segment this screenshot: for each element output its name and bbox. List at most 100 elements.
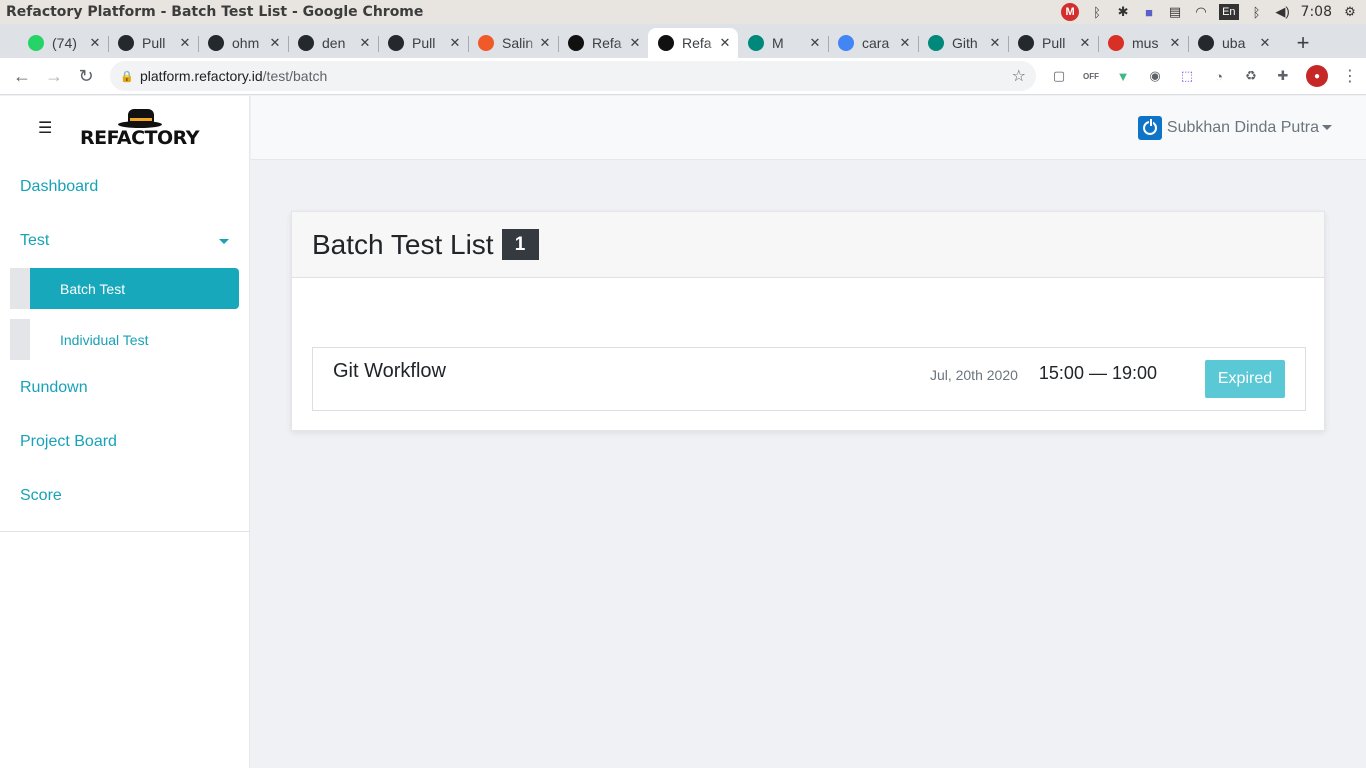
hamburger-menu-icon[interactable]: ☰ [38, 118, 52, 138]
bookmark-star-icon[interactable]: ☆ [1012, 66, 1026, 86]
hat-logo-icon [117, 108, 162, 131]
browser-tab[interactable]: den ✕ [288, 28, 378, 58]
off-extension-icon[interactable]: OFF [1082, 67, 1100, 85]
browser-tab[interactable]: ohm ✕ [198, 28, 288, 58]
os-top-bar: Refactory Platform - Batch Test List - G… [0, 0, 1366, 24]
whatsapp-icon [28, 35, 44, 51]
tab-label: Pull [1042, 35, 1066, 51]
timer-icon[interactable]: ◔ [1210, 67, 1228, 85]
page-title: Batch Test List [312, 228, 494, 260]
reload-icon[interactable]: ↻ [70, 60, 102, 92]
tab-label: uba [1222, 35, 1246, 51]
back-arrow-icon[interactable]: ← [6, 60, 38, 92]
close-tab-icon[interactable]: ✕ [1168, 35, 1182, 51]
camera-icon[interactable]: ◉ [1146, 67, 1164, 85]
browser-tab[interactable]: Pull ✕ [1008, 28, 1098, 58]
globe-icon [928, 35, 944, 51]
subitem-indent-bar [10, 268, 30, 309]
refactory-logo[interactable]: REFACTORY [80, 108, 200, 148]
close-tab-icon[interactable]: ✕ [718, 35, 732, 51]
close-tab-icon[interactable]: ✕ [988, 35, 1002, 51]
browser-tab[interactable]: Refa ✕ [648, 28, 738, 58]
close-tab-icon[interactable]: ✕ [448, 35, 462, 51]
sidebar-header: ☰ REFACTORY [0, 96, 249, 160]
clock[interactable]: 7:08 [1301, 4, 1332, 20]
screenshot-selection-icon[interactable]: ⬚ [1178, 67, 1196, 85]
refactory-hat-icon [568, 35, 584, 51]
close-tab-icon[interactable]: ✕ [1078, 35, 1092, 51]
tab-label: mus [1132, 35, 1159, 51]
browser-tab[interactable]: uba ✕ [1188, 28, 1278, 58]
count-badge: 1 [501, 229, 539, 260]
puzzle-extensions-icon[interactable]: ✚ [1274, 67, 1292, 85]
tab-label: (74) [52, 35, 77, 51]
sidebar-item-rundown[interactable]: Rundown [0, 361, 249, 415]
volume-icon[interactable]: ◀) [1275, 3, 1291, 21]
sidebar-item-project-board[interactable]: Project Board [0, 415, 249, 469]
app-header: Subkhan Dinda Putra [251, 96, 1366, 160]
sidebar-item-test[interactable]: Test [0, 214, 249, 268]
subitem-indent-bar [10, 319, 30, 360]
test-time: 15:00 — 19:00 [1038, 363, 1157, 383]
lock-icon[interactable]: 🔒 [120, 70, 134, 83]
close-tab-icon[interactable]: ✕ [178, 35, 192, 51]
close-tab-icon[interactable]: ✕ [808, 35, 822, 51]
browser-tab[interactable]: Salin ✕ [468, 28, 558, 58]
vue-devtools-icon[interactable]: ▼ [1114, 67, 1132, 85]
tab-label: Pull [412, 35, 436, 51]
sidebar-item-score[interactable]: Score [0, 469, 249, 523]
browser-tab[interactable]: Gith ✕ [918, 28, 1008, 58]
test-row[interactable]: Git Workflow Jul, 20th 2020 15:00 — 19:0… [312, 347, 1306, 411]
expired-button[interactable]: Expired [1205, 360, 1285, 398]
sidebar-subitem-label: Individual Test [60, 331, 149, 348]
user-menu[interactable]: Subkhan Dinda Putra [1137, 115, 1332, 140]
browser-toolbar: ← → ↻ 🔒 platform.refactory.id/test/batch… [0, 58, 1366, 95]
test-date: Jul, 20th 2020 [929, 367, 1018, 383]
github-icon [1198, 35, 1214, 51]
sidebar-subitem-individual-test[interactable]: Individual Test [10, 319, 239, 360]
recycle-icon[interactable]: ♻ [1242, 67, 1260, 85]
url-path: /test/batch [262, 68, 328, 84]
bluetooth-icon[interactable]: ᛒ [1249, 3, 1265, 21]
tab-label: cara [862, 35, 890, 51]
browser-tab[interactable]: (74) ✕ [18, 28, 108, 58]
mega-icon[interactable]: M [1061, 3, 1080, 21]
profile-avatar[interactable]: ● [1306, 65, 1328, 87]
close-tab-icon[interactable]: ✕ [628, 35, 642, 51]
close-tab-icon[interactable]: ✕ [538, 35, 552, 51]
office-extension-icon[interactable]: ▢ [1050, 67, 1068, 85]
browser-tab[interactable]: Pull ✕ [108, 28, 198, 58]
close-tab-icon[interactable]: ✕ [88, 35, 102, 51]
close-tab-icon[interactable]: ✕ [898, 35, 912, 51]
browser-tab[interactable]: cara ✕ [828, 28, 918, 58]
wifi-icon[interactable]: ◠ [1193, 3, 1209, 21]
close-tab-icon[interactable]: ✕ [268, 35, 282, 51]
new-tab-button[interactable]: + [1286, 28, 1320, 58]
browser-tab[interactable]: Pull ✕ [378, 28, 468, 58]
power-icon [1137, 115, 1162, 140]
tab-label: Refa [682, 35, 712, 51]
sidebar-item-dashboard[interactable]: Dashboard [0, 160, 249, 214]
browser-tab[interactable]: Refa ✕ [558, 28, 648, 58]
settings-gear-icon[interactable]: ⚙ [1342, 3, 1358, 21]
slack-icon[interactable]: ✱ [1115, 3, 1131, 21]
tab-label: Gith [952, 35, 978, 51]
browser-tab[interactable]: mus ✕ [1098, 28, 1188, 58]
forward-arrow-icon[interactable]: → [38, 60, 70, 92]
close-tab-icon[interactable]: ✕ [358, 35, 372, 51]
sidebar-divider [0, 531, 249, 532]
sidebar-item-label: Project Board [20, 433, 117, 450]
sidebar: ☰ REFACTORY Dashboard Test Batch Test In… [0, 96, 250, 768]
url-text[interactable]: platform.refactory.id/test/batch [140, 68, 1012, 84]
language-indicator[interactable]: En [1219, 4, 1239, 20]
address-bar[interactable]: 🔒 platform.refactory.id/test/batch ☆ [110, 61, 1036, 91]
menu-kebab-icon[interactable]: ⋮ [1342, 66, 1358, 86]
teams-icon[interactable]: ■ [1141, 3, 1157, 21]
bluetooth-icon[interactable]: ᛒ [1089, 3, 1105, 21]
tab-label: M [772, 35, 784, 51]
close-tab-icon[interactable]: ✕ [1258, 35, 1272, 51]
sidebar-subitem-batch-test[interactable]: Batch Test [10, 268, 239, 309]
printer-icon[interactable]: ▤ [1167, 3, 1183, 21]
tab-label: Pull [142, 35, 166, 51]
browser-tab[interactable]: M ✕ [738, 28, 828, 58]
